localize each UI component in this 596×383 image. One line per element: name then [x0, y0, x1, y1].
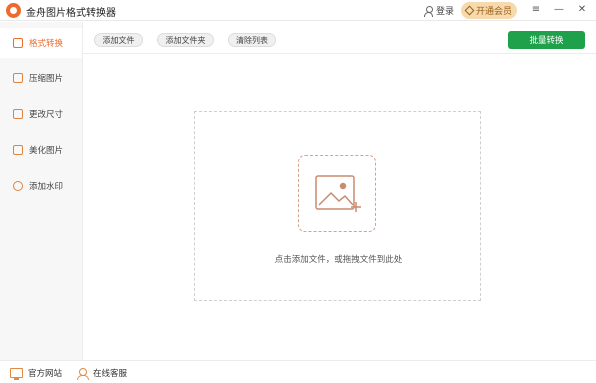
sidebar-item-label: 更改尺寸 — [29, 110, 64, 120]
login-button[interactable]: 登录 — [424, 4, 454, 17]
add-file-button[interactable]: 添加文件 — [94, 33, 143, 47]
beautify-icon — [13, 145, 23, 155]
batch-convert-button[interactable]: 批量转换 — [508, 31, 585, 49]
app-logo-icon — [6, 3, 21, 18]
login-label: 登录 — [436, 7, 455, 17]
customer-service-icon — [77, 367, 89, 380]
app-title: 金舟图片格式转换器 — [26, 8, 116, 19]
resize-icon — [13, 109, 23, 119]
title-bar: 金舟图片格式转换器 登录 开通会员 ≡ — ✕ — [0, 0, 596, 21]
menu-button[interactable]: ≡ — [529, 3, 543, 17]
official-website-link[interactable]: 官方网站 — [10, 367, 63, 380]
sidebar-item-label: 添加水印 — [29, 182, 64, 192]
footer: 官方网站 在线客服 — [0, 360, 596, 383]
sidebar-item-watermark[interactable]: 添加水印 — [0, 171, 82, 201]
sidebar-item-beautify[interactable]: 美化图片 — [0, 135, 82, 165]
vip-label: 开通会员 — [475, 7, 512, 17]
compress-icon — [13, 73, 23, 83]
close-button[interactable]: ✕ — [575, 3, 589, 17]
sidebar: 格式转换 压缩图片 更改尺寸 美化图片 添加水印 — [0, 22, 83, 360]
official-website-label: 官方网站 — [28, 369, 63, 379]
vip-button[interactable]: 开通会员 — [461, 2, 517, 19]
sidebar-item-format-convert[interactable]: 格式转换 — [0, 28, 82, 58]
online-support-link[interactable]: 在线客服 — [77, 367, 128, 380]
online-support-label: 在线客服 — [93, 369, 128, 379]
file-drop-zone[interactable]: 点击添加文件，或拖拽文件到此处 — [194, 111, 481, 301]
watermark-icon — [13, 181, 23, 191]
sidebar-item-resize[interactable]: 更改尺寸 — [0, 99, 82, 129]
add-image-button[interactable] — [298, 155, 376, 232]
monitor-icon — [10, 368, 23, 380]
add-folder-button[interactable]: 添加文件夹 — [157, 33, 214, 47]
user-icon — [424, 5, 433, 17]
minimize-button[interactable]: — — [552, 3, 566, 17]
drop-hint-text: 点击添加文件，或拖拽文件到此处 — [274, 255, 403, 265]
sidebar-item-compress[interactable]: 压缩图片 — [0, 63, 82, 93]
toolbar: 添加文件 添加文件夹 清除列表 批量转换 — [83, 22, 596, 54]
format-convert-icon — [13, 38, 23, 48]
sidebar-item-label: 美化图片 — [29, 146, 64, 156]
sidebar-item-label: 压缩图片 — [29, 74, 64, 84]
clear-list-button[interactable]: 清除列表 — [228, 33, 276, 47]
diamond-icon — [464, 5, 475, 16]
add-image-icon — [315, 175, 361, 212]
sidebar-item-label: 格式转换 — [29, 39, 64, 49]
